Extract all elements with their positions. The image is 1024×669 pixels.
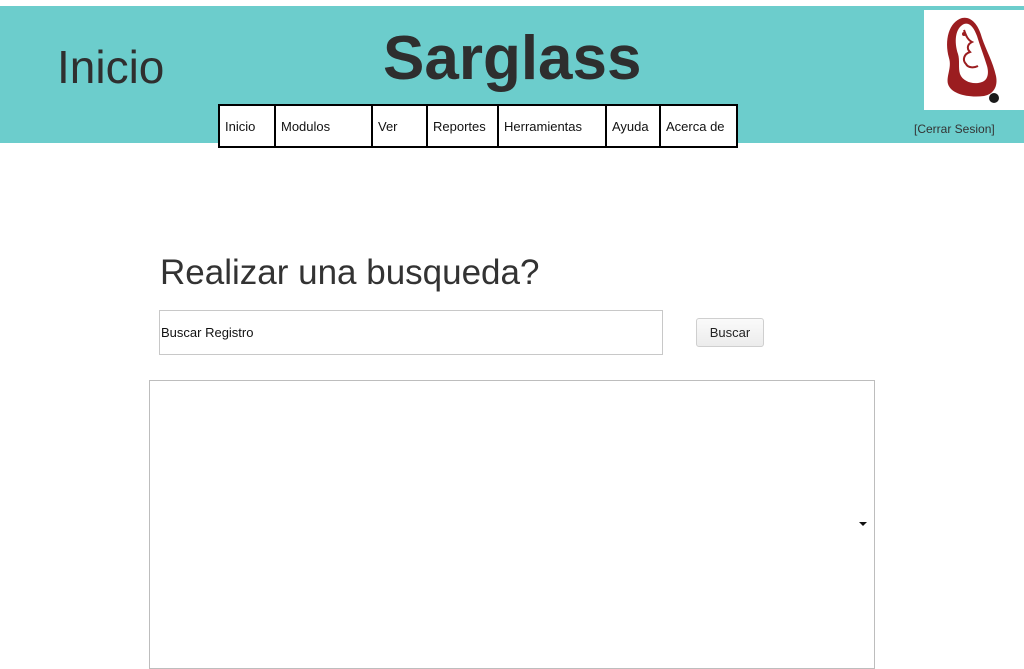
brand-title: Sarglass xyxy=(383,24,642,93)
menu-item-reportes[interactable]: Reportes xyxy=(428,106,499,146)
main-menu: Inicio Modulos Ver Reportes Herramientas… xyxy=(218,104,738,148)
caret-down-icon[interactable] xyxy=(859,522,867,526)
search-title: Realizar una busqueda? xyxy=(160,253,540,292)
app-header: Inicio Sarglass Inicio Modulos Ver Repor… xyxy=(0,6,1024,148)
logout-link[interactable]: [Cerrar Sesion] xyxy=(914,122,995,136)
company-logo xyxy=(924,10,1024,110)
search-button[interactable]: Buscar xyxy=(696,318,764,347)
menu-item-modulos[interactable]: Modulos xyxy=(276,106,373,146)
page-heading: Inicio xyxy=(57,41,165,93)
menu-item-ver[interactable]: Ver xyxy=(373,106,428,146)
menu-item-ayuda[interactable]: Ayuda xyxy=(607,106,661,146)
logo-icon xyxy=(947,17,999,103)
menu-item-inicio[interactable]: Inicio xyxy=(220,106,276,146)
menu-item-acerca-de[interactable]: Acerca de xyxy=(661,106,736,146)
menu-item-herramientas[interactable]: Herramientas xyxy=(499,106,607,146)
search-input[interactable] xyxy=(159,310,663,355)
results-panel xyxy=(149,380,875,669)
